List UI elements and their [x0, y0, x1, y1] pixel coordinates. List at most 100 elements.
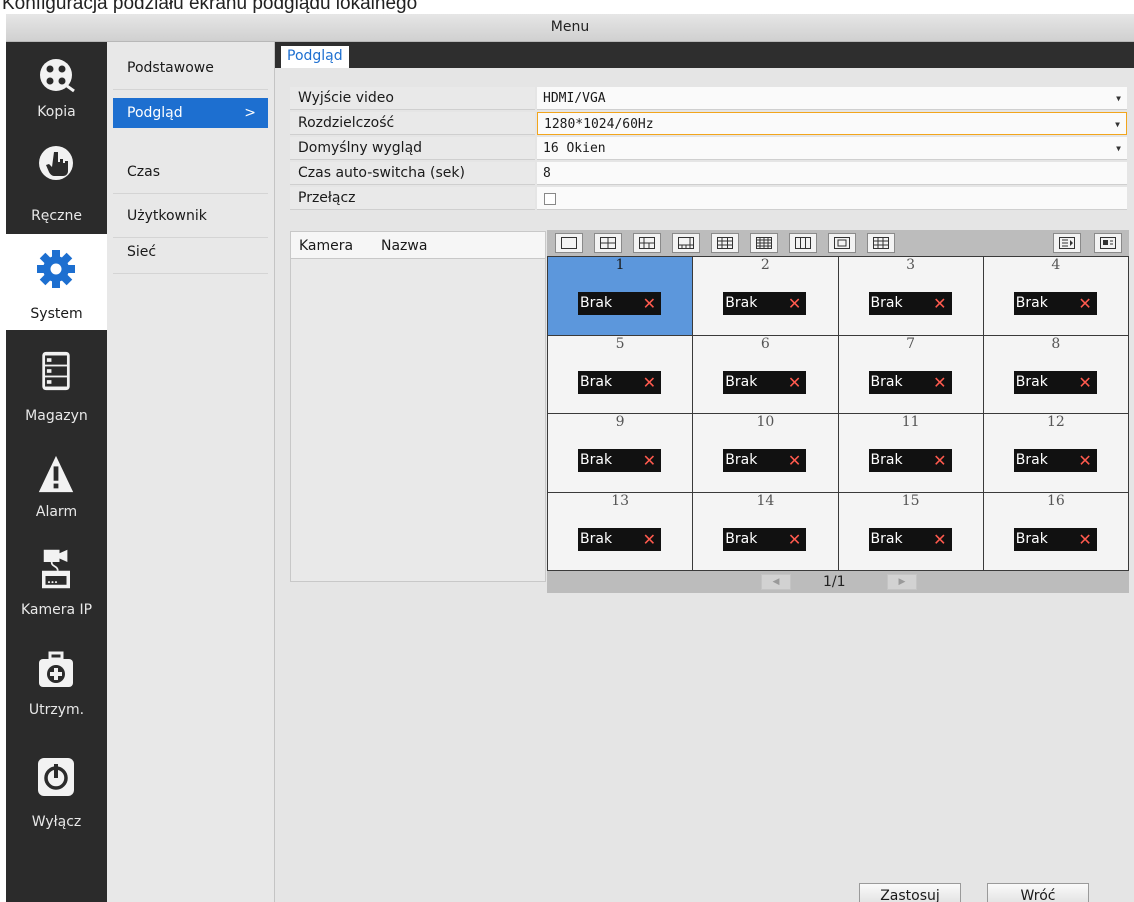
grid-cell[interactable]: 6 Brak ✕	[693, 335, 838, 413]
remove-x-icon[interactable]: ✕	[1078, 371, 1091, 394]
tab-podglad[interactable]: Podgląd	[281, 46, 349, 68]
remove-x-icon[interactable]: ✕	[933, 449, 946, 472]
remove-x-icon[interactable]: ✕	[1078, 528, 1091, 551]
switch-checkbox[interactable]	[544, 193, 556, 205]
remove-x-icon[interactable]: ✕	[788, 528, 801, 551]
auto-layout-button[interactable]	[1053, 233, 1081, 253]
cell-empty-tag: Brak ✕	[868, 449, 952, 472]
grid-cell[interactable]: 10 Brak ✕	[693, 414, 838, 492]
remove-x-icon[interactable]: ✕	[933, 528, 946, 551]
cell-empty-tag: Brak ✕	[868, 370, 952, 394]
cell-tag-label: Brak	[725, 452, 758, 468]
switch-label: Przełącz	[290, 187, 535, 210]
remove-x-icon[interactable]: ✕	[1078, 449, 1091, 472]
cell-empty-tag: Brak ✕	[1013, 370, 1097, 394]
back-button[interactable]: Wróć	[987, 883, 1089, 902]
grid-cell[interactable]: 5 Brak ✕	[548, 335, 693, 413]
clear-layout-button[interactable]	[1094, 233, 1122, 253]
default-layout-value: 16 Okien	[543, 141, 606, 156]
grid-cell[interactable]: 3 Brak ✕	[838, 257, 983, 335]
next-page-button[interactable]: ▶	[887, 574, 917, 590]
grid-cell[interactable]: 11 Brak ✕	[838, 414, 983, 492]
rail-item-kopia[interactable]: Kopia	[6, 42, 107, 138]
resolution-label: Rozdzielczość	[290, 112, 535, 135]
cell-number: 7	[906, 335, 916, 352]
rail-item-wylacz[interactable]: Wyłącz	[6, 714, 107, 830]
hand-pointer-icon	[39, 146, 73, 180]
resolution-select[interactable]: 1280*1024/60Hz ▼	[537, 112, 1127, 135]
rail-item-system[interactable]: System	[6, 234, 107, 330]
cell-empty-tag: Brak ✕	[723, 449, 807, 472]
remove-x-icon[interactable]: ✕	[643, 371, 656, 394]
auto-switch-input[interactable]: 8	[537, 162, 1127, 185]
grid-cell[interactable]: 14 Brak ✕	[693, 492, 838, 570]
warning-icon	[38, 455, 74, 493]
cell-number: 12	[1046, 414, 1065, 430]
layout-8-button[interactable]	[672, 233, 700, 253]
remove-x-icon[interactable]: ✕	[788, 449, 801, 472]
grid-cell[interactable]: 4 Brak ✕	[983, 257, 1128, 335]
grid-cell[interactable]: 7 Brak ✕	[838, 335, 983, 413]
apply-button[interactable]: Zastosuj	[859, 883, 961, 902]
remove-x-icon[interactable]: ✕	[643, 449, 656, 472]
rail-item-kamera-ip[interactable]: Kamera IP	[6, 522, 107, 618]
grid-cell[interactable]: 16 Brak ✕	[983, 492, 1128, 570]
grid-cell[interactable]: 8 Brak ✕	[983, 335, 1128, 413]
col-camera-header[interactable]: Kamera	[299, 232, 353, 260]
camera-list: Kamera Nazwa	[290, 231, 546, 582]
dropdown-arrow-icon: ▼	[1116, 94, 1121, 103]
layout-16-button[interactable]	[750, 233, 778, 253]
cell-empty-tag: Brak ✕	[578, 292, 661, 315]
prev-page-button[interactable]: ◀	[761, 574, 791, 590]
row-auto-switch: Czas auto-switcha (sek) 8	[290, 162, 1127, 186]
remove-x-icon[interactable]: ✕	[643, 292, 656, 315]
layout-1-button[interactable]	[555, 233, 583, 253]
video-output-select[interactable]: HDMI/VGA ▼	[537, 87, 1127, 110]
layout-1-icon	[561, 237, 577, 249]
submenu-item-podstawowe[interactable]: Podstawowe	[113, 46, 268, 90]
rail-label: Kopia	[37, 104, 76, 120]
layout-6-button[interactable]	[633, 233, 661, 253]
grid-cell[interactable]: 9 Brak ✕	[548, 414, 693, 492]
layout-8-icon	[678, 237, 694, 249]
rail-item-reczne[interactable]: Ręczne	[6, 138, 107, 234]
remove-x-icon[interactable]: ✕	[1078, 292, 1091, 315]
remove-x-icon[interactable]: ✕	[788, 371, 801, 394]
default-layout-label: Domyślny wygląd	[290, 137, 535, 160]
remove-x-icon[interactable]: ✕	[933, 292, 946, 315]
remove-x-icon[interactable]: ✕	[788, 292, 801, 315]
cell-empty-tag: Brak ✕	[1013, 292, 1097, 315]
row-video-output: Wyjście video HDMI/VGA ▼	[290, 87, 1127, 111]
cell-tag-label: Brak	[580, 452, 613, 468]
cell-number: 1	[615, 257, 625, 273]
layout-3-button[interactable]	[789, 233, 817, 253]
grid-cell[interactable]: 13 Brak ✕	[548, 492, 693, 570]
grid-cell[interactable]: 1 Brak ✕	[548, 257, 693, 335]
cell-number: 11	[901, 414, 920, 430]
grid-cell[interactable]: 12 Brak ✕	[983, 414, 1128, 492]
col-name-header[interactable]: Nazwa	[381, 232, 427, 260]
remove-x-icon[interactable]: ✕	[933, 371, 946, 394]
submenu-item-czas[interactable]: Czas	[113, 150, 268, 194]
cell-empty-tag: Brak ✕	[578, 370, 661, 394]
layout-10-button[interactable]	[828, 233, 856, 253]
layout-13-button[interactable]	[867, 233, 895, 253]
switch-field	[537, 187, 1127, 210]
grid-cell[interactable]: 2 Brak ✕	[693, 257, 838, 335]
row-switch: Przełącz	[290, 187, 1127, 211]
rail-item-alarm[interactable]: Alarm	[6, 426, 107, 522]
cell-tag-label: Brak	[1015, 452, 1048, 468]
tab-bar: Podgląd	[275, 42, 1134, 68]
rail-item-utrzym[interactable]: Utrzym.	[6, 618, 107, 718]
rail-item-magazyn[interactable]: Magazyn	[6, 330, 107, 426]
cell-number: 4	[1051, 257, 1061, 273]
default-layout-select[interactable]: 16 Okien ▼	[537, 137, 1127, 160]
remove-x-icon[interactable]: ✕	[643, 528, 656, 551]
layout-4-button[interactable]	[594, 233, 622, 253]
submenu-item-podglad[interactable]: Podgląd >	[113, 98, 268, 128]
submenu-item-siec[interactable]: Sieć	[113, 230, 268, 274]
layout-9-button[interactable]	[711, 233, 739, 253]
cell-empty-tag: Brak ✕	[723, 527, 807, 551]
grid-cell[interactable]: 15 Brak ✕	[838, 492, 983, 570]
cell-number: 10	[756, 414, 775, 430]
